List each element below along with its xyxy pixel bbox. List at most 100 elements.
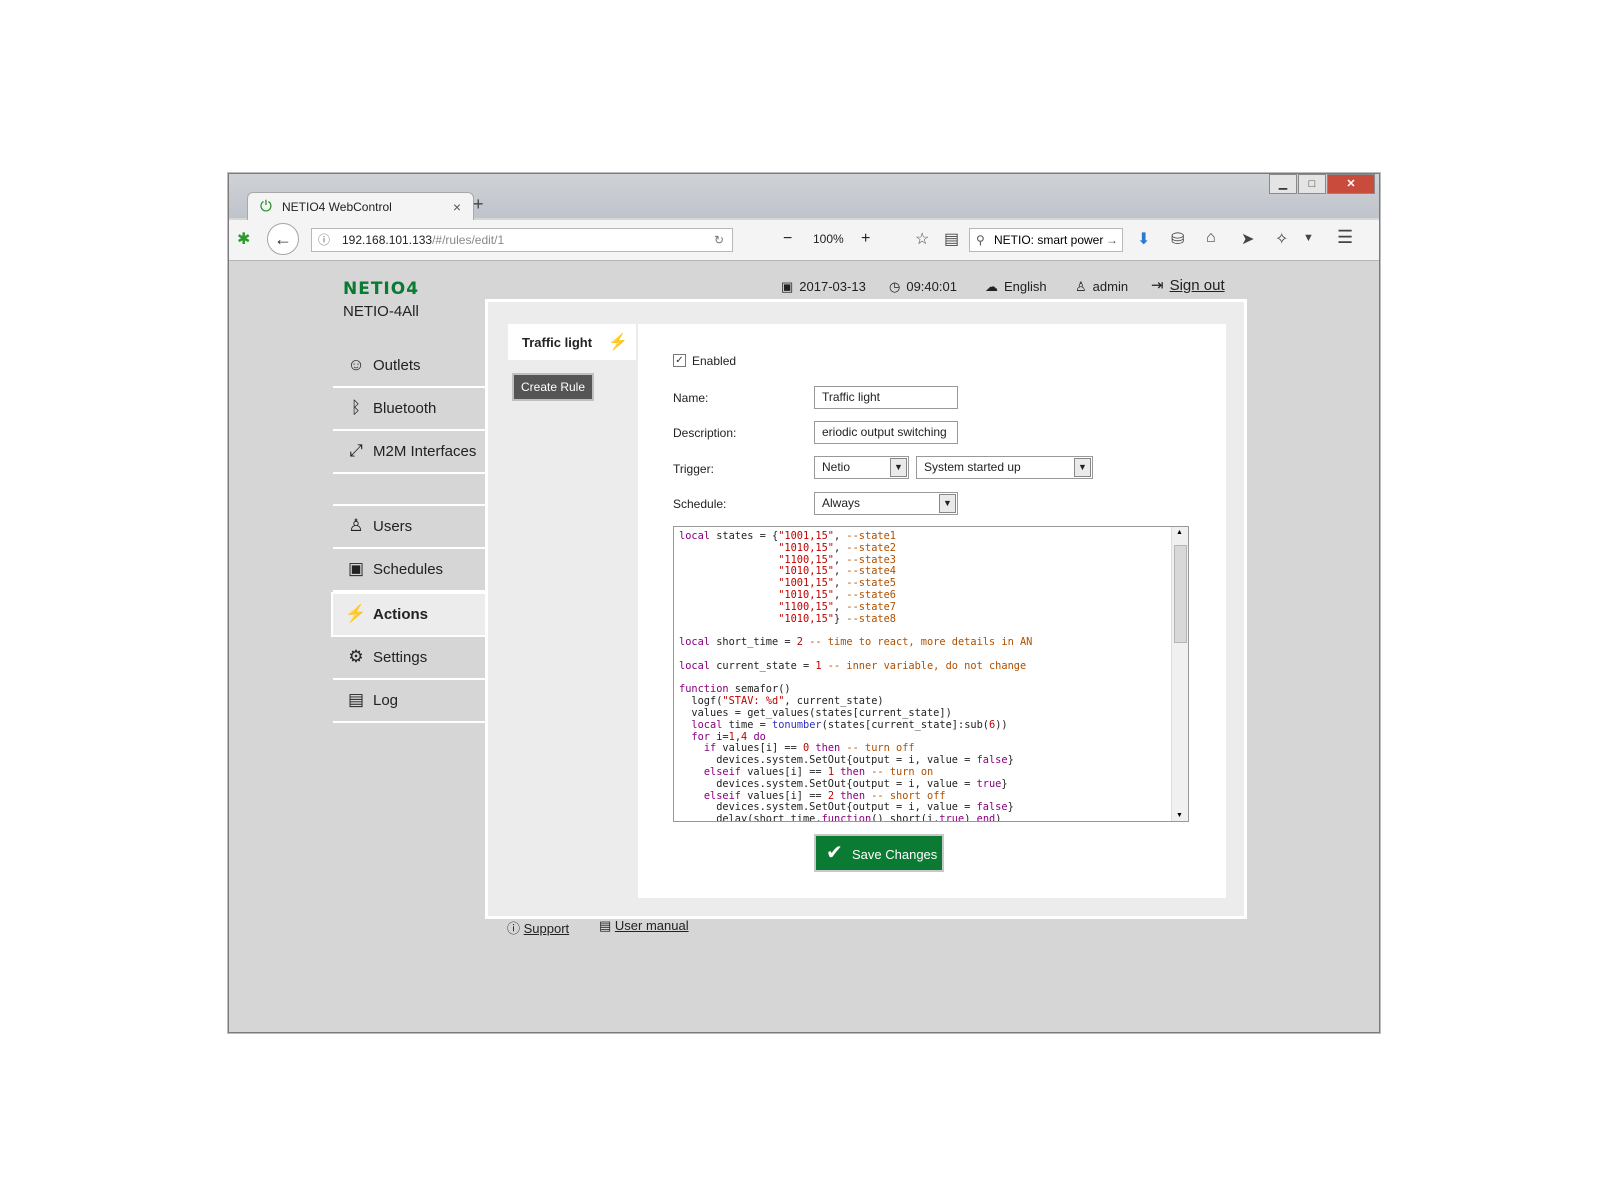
menu-item-log[interactable]: ▤ Log [333,680,493,723]
language-text: English [1004,279,1047,294]
home-icon[interactable]: ⌂ [1206,229,1216,247]
minimize-button[interactable]: ▁ [1269,174,1297,194]
calendar-icon: ▣ [347,559,365,578]
zoom-level[interactable]: 100% [813,228,844,250]
search-box[interactable]: ⚲ NETIO: smart power → [969,228,1123,252]
reader-icon[interactable]: ▤ [944,229,959,249]
menu-item-bluetooth[interactable]: ᛒ Bluetooth [333,388,493,431]
bookmark-star-icon[interactable]: ☆ [915,229,929,249]
enabled-label: Enabled [692,354,737,368]
close-tab-button[interactable]: × [453,199,461,215]
maximize-button[interactable]: □ [1298,174,1326,194]
save-changes-button[interactable]: ✔ Save Changes [814,834,944,872]
scroll-down-icon[interactable]: ▼ [1176,812,1183,819]
description-input[interactable]: eriodic output switching [814,421,958,444]
signout-link[interactable]: ⇥ Sign out [1151,276,1225,294]
calendar-icon: ▣ [781,279,794,294]
schedule-value: Always [822,496,861,510]
time-text: 09:40:01 [906,279,957,294]
checkmark-icon: ✔ [826,842,843,864]
sync-icon[interactable]: ⛁ [1171,229,1184,249]
support-text: Support [523,921,570,936]
document-icon: ▤ [347,690,365,709]
scroll-thumb[interactable] [1174,545,1187,643]
wand-icon: ⚡ [608,334,628,351]
rule-edit-form: ✓ Enabled Name: Traffic light Descriptio… [638,324,1226,898]
user-manual-link[interactable]: ▤ User manual [599,918,689,934]
schedule-label: Schedule: [673,497,727,511]
window-controls: ▁ □ ✕ [1268,174,1375,194]
trigger-event-select[interactable]: System started up ▼ [916,456,1093,479]
netio-logo: NETIO4 [343,279,420,299]
language-icon: ☁ [985,279,998,294]
close-window-button[interactable]: ✕ [1327,174,1375,194]
browser-window: ▁ □ ✕ ⏻ NETIO4 WebControl × + ✱ ← ⓘ 192.… [228,173,1380,1033]
menu-label: Users [373,518,413,535]
menu-item-users[interactable]: ♙ Users [333,506,493,549]
description-label: Description: [673,426,737,440]
menu-item-schedules[interactable]: ▣ Schedules [333,549,493,592]
zoom-out-button[interactable]: − [783,228,792,250]
navigation-bar: ✱ ← ⓘ 192.168.101.133/#/rules/edit/1 ↻ −… [229,220,1379,261]
chevron-down-icon: ▼ [939,494,956,513]
download-icon[interactable]: ⬇ [1137,229,1150,249]
rule-tab-label: Traffic light [522,335,593,350]
support-link[interactable]: ⓘ Support [507,918,569,937]
code-text[interactable]: local states = {"1001,15", --state1 "101… [674,527,1188,821]
extension-icon[interactable]: ✱ [237,229,250,249]
menu-item-m2m[interactable]: ⤢ M2M Interfaces [333,431,493,474]
bluetooth-icon: ᛒ [350,398,362,417]
info-icon[interactable]: ⓘ [318,229,330,251]
search-text: NETIO: smart power [994,233,1104,247]
lua-code-editor[interactable]: local states = {"1001,15", --state1 "101… [673,526,1189,822]
name-input[interactable]: Traffic light [814,386,958,409]
reload-icon[interactable]: ↻ [714,229,724,251]
signout-text: Sign out [1169,277,1225,294]
user-text: admin [1092,279,1129,294]
new-tab-button[interactable]: + [473,194,484,215]
search-go-icon[interactable]: → [1106,229,1118,251]
menu-item-settings[interactable]: ⚙ Settings [333,637,493,680]
name-label: Name: [673,391,709,405]
clock-icon: ◷ [889,279,901,294]
time-status: ◷ 09:40:01 [889,279,957,295]
menu-label: Settings [373,649,428,666]
user-status[interactable]: ♙ admin [1075,279,1128,295]
back-button[interactable]: ← [267,223,299,255]
menu-label: Actions [373,606,429,623]
menu-label: Outlets [373,357,421,374]
trigger-source-value: Netio [822,460,851,474]
menu-label: M2M Interfaces [373,443,477,460]
rule-tab-traffic-light[interactable]: Traffic light ⚡ [508,324,636,360]
page-content: NETIO4 NETIO-4All ▣ 2017-03-13 ◷ 09:40:01 … [229,261,1379,1032]
user-icon: ♙ [348,516,364,535]
outlet-icon: ☺ [347,355,365,374]
create-rule-button[interactable]: Create Rule [512,373,594,401]
menu-separator [333,474,493,506]
actions-panel: Traffic light ⚡ Create Rule ✓ Enabled Na… [485,299,1247,919]
menu-item-outlets[interactable]: ☺ Outlets [333,345,493,388]
menu-item-actions[interactable]: ⚡ Actions [331,592,495,637]
zoom-controls: − 100% + [783,228,893,250]
url-text: 192.168.101.133/#/rules/edit/1 [342,229,504,251]
zoom-in-button[interactable]: + [861,228,870,250]
date-status: ▣ 2017-03-13 [781,279,866,295]
overflow-chevron-icon[interactable]: ▼ [1303,232,1314,244]
signout-icon: ⇥ [1151,277,1164,294]
tab-title: NETIO4 WebControl [282,200,392,214]
trigger-source-select[interactable]: Netio ▼ [814,456,909,479]
help-icon: ⓘ [507,921,524,936]
addon-icon[interactable]: ✧ [1275,229,1288,249]
language-selector[interactable]: ☁ English [985,279,1047,295]
document-icon: ▤ [599,918,615,933]
hamburger-menu-icon[interactable]: ☰ [1337,227,1353,248]
enabled-checkbox[interactable]: ✓ [673,354,686,367]
trigger-event-value: System started up [924,460,1021,474]
schedule-select[interactable]: Always ▼ [814,492,958,515]
browser-tab[interactable]: ⏻ NETIO4 WebControl × [247,192,474,221]
scroll-up-icon[interactable]: ▲ [1176,529,1183,536]
device-name: NETIO-4All [343,303,419,320]
url-bar[interactable]: ⓘ 192.168.101.133/#/rules/edit/1 ↻ [311,228,733,252]
share-icon[interactable]: ➤ [1241,229,1254,249]
code-scrollbar[interactable]: ▲ ▼ [1171,527,1188,821]
